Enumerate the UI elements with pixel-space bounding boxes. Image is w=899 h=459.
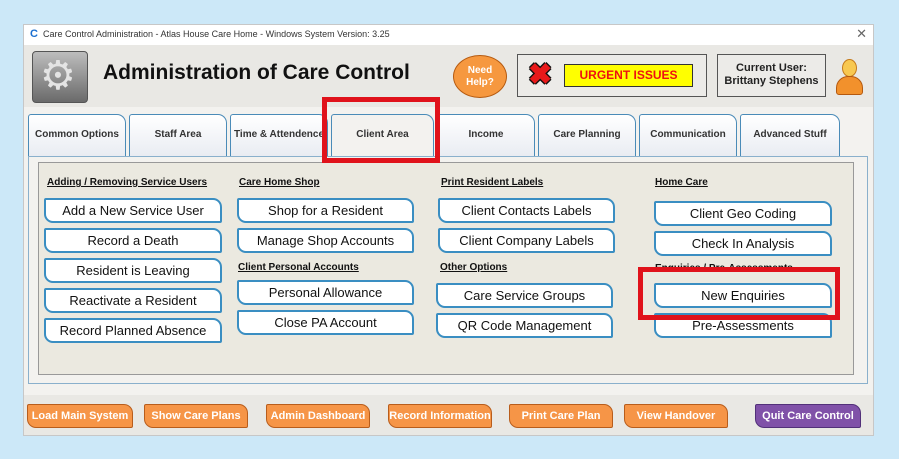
view-handover-button[interactable]: View Handover	[624, 404, 728, 428]
current-user-label: Current User:	[736, 62, 807, 74]
avatar-head	[842, 59, 857, 77]
personal-allowance-button[interactable]: Personal Allowance	[237, 280, 414, 305]
heading-enquiries-pre-assessments: Enquiries / Pre-Assessments	[655, 263, 793, 274]
manage-shop-accounts-button[interactable]: Manage Shop Accounts	[237, 228, 414, 253]
reactivate-resident-button[interactable]: Reactivate a Resident	[44, 288, 222, 313]
urgent-issues-button[interactable]: URGENT ISSUES	[564, 64, 693, 87]
add-service-user-button[interactable]: Add a New Service User	[44, 198, 222, 223]
client-geo-coding-button[interactable]: Client Geo Coding	[654, 201, 832, 226]
care-service-groups-button[interactable]: Care Service Groups	[436, 283, 613, 308]
record-planned-absence-button[interactable]: Record Planned Absence	[44, 318, 222, 343]
window-title: Care Control Administration - Atlas Hous…	[43, 29, 390, 39]
qr-code-management-button[interactable]: QR Code Management	[436, 313, 613, 338]
client-area-content: Adding / Removing Service Users Add a Ne…	[38, 162, 854, 375]
shop-for-resident-button[interactable]: Shop for a Resident	[237, 198, 414, 223]
check-in-analysis-button[interactable]: Check In Analysis	[654, 231, 832, 256]
title-bar: C Care Control Administration - Atlas Ho…	[24, 25, 873, 45]
heading-client-personal-accounts: Client Personal Accounts	[238, 262, 359, 273]
app-window: C Care Control Administration - Atlas Ho…	[23, 24, 874, 436]
client-contacts-labels-button[interactable]: Client Contacts Labels	[438, 198, 615, 223]
avatar-body	[836, 76, 863, 95]
tab-client-area[interactable]: Client Area	[331, 114, 434, 158]
tab-income[interactable]: Income	[437, 114, 535, 156]
heading-other-options: Other Options	[440, 262, 508, 273]
tab-advanced-stuff[interactable]: Advanced Stuff	[740, 114, 840, 156]
page-title: Administration of Care Control	[103, 61, 410, 84]
record-death-button[interactable]: Record a Death	[44, 228, 222, 253]
admin-dashboard-button[interactable]: Admin Dashboard	[266, 404, 370, 428]
tab-staff-area[interactable]: Staff Area	[129, 114, 227, 156]
heading-adding-removing: Adding / Removing Service Users	[47, 177, 208, 188]
settings-gear-logo: ⚙	[32, 51, 88, 103]
current-user-box: Current User: Brittany Stephens	[717, 54, 826, 97]
tab-care-planning[interactable]: Care Planning	[538, 114, 636, 156]
heading-care-home-shop: Care Home Shop	[239, 177, 320, 188]
resident-leaving-button[interactable]: Resident is Leaving	[44, 258, 222, 283]
load-main-system-button[interactable]: Load Main System	[27, 404, 133, 428]
user-avatar-icon	[834, 59, 864, 95]
app-icon: C	[30, 28, 38, 40]
print-care-plan-button[interactable]: Print Care Plan	[509, 404, 613, 428]
tab-panel-client-area: Adding / Removing Service Users Add a Ne…	[28, 156, 868, 384]
tab-common-options[interactable]: Common Options	[28, 114, 126, 156]
tab-communication[interactable]: Communication	[639, 114, 737, 156]
red-x-icon: ✖	[528, 59, 553, 91]
gear-icon: ⚙	[40, 54, 76, 98]
pre-assessments-button[interactable]: Pre-Assessments	[654, 313, 832, 338]
show-care-plans-button[interactable]: Show Care Plans	[144, 404, 248, 428]
bottom-toolbar: Load Main System Show Care Plans Admin D…	[24, 395, 873, 435]
tab-time-attendence[interactable]: Time & Attendence	[230, 114, 328, 156]
tab-strip: Common Options Staff Area Time & Attende…	[28, 114, 868, 158]
heading-home-care: Home Care	[655, 177, 708, 188]
close-icon[interactable]: ✕	[856, 26, 867, 42]
new-enquiries-button[interactable]: New Enquiries	[654, 283, 832, 308]
urgent-issues-panel: ✖ URGENT ISSUES	[517, 54, 707, 97]
header: ⚙ Administration of Care Control Need He…	[24, 45, 873, 107]
close-pa-account-button[interactable]: Close PA Account	[237, 310, 414, 335]
heading-print-resident-labels: Print Resident Labels	[441, 177, 544, 188]
need-help-button[interactable]: Need Help?	[453, 55, 507, 98]
record-information-button[interactable]: Record Information	[388, 404, 492, 428]
client-company-labels-button[interactable]: Client Company Labels	[438, 228, 615, 253]
current-user-name: Brittany Stephens	[724, 75, 819, 87]
quit-care-control-button[interactable]: Quit Care Control	[755, 404, 861, 428]
